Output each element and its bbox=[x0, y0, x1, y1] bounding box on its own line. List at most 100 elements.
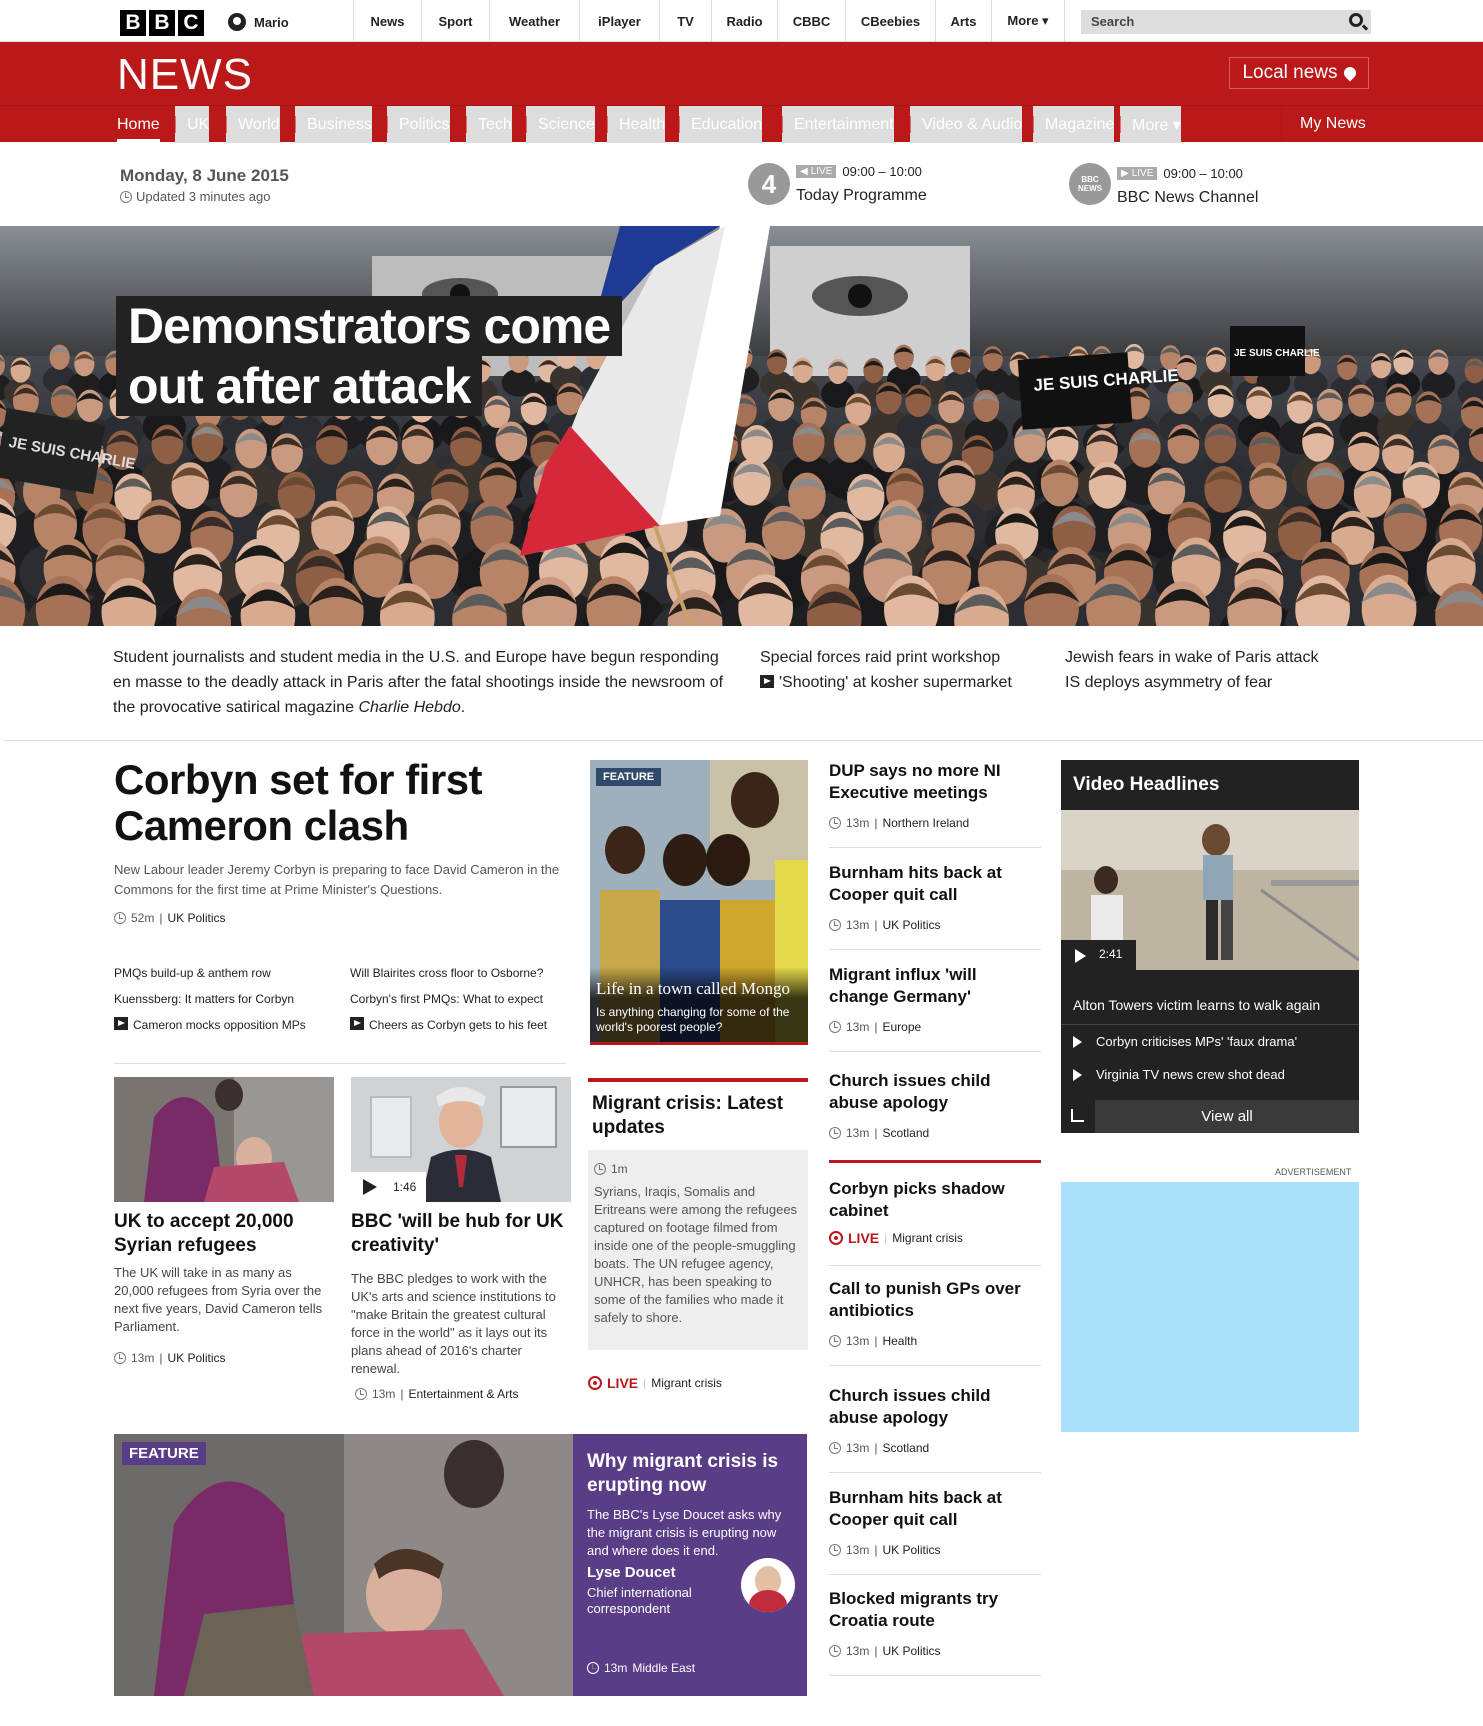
video-duration: 1:46 bbox=[393, 1180, 417, 1194]
story-headline[interactable]: Church issues child abuse apology bbox=[829, 1070, 1029, 1114]
news-nav-item[interactable]: More ▾ bbox=[1120, 106, 1181, 143]
news-logo[interactable]: NEWS bbox=[117, 50, 253, 100]
story-headline[interactable]: Corbyn picks shadow cabinet bbox=[829, 1178, 1029, 1222]
news-nav-label: Science bbox=[538, 115, 595, 133]
story-section[interactable]: Health bbox=[882, 1334, 917, 1348]
story-section[interactable]: UK Politics bbox=[882, 1644, 940, 1658]
news-nav-item[interactable]: Politics bbox=[387, 106, 450, 143]
story-headline[interactable]: Burnham hits back at Cooper quit call bbox=[829, 862, 1029, 906]
story-headline[interactable]: Burnham hits back at Cooper quit call bbox=[829, 1487, 1029, 1531]
lead-related-link[interactable]: Corbyn's first PMQs: What to expect bbox=[350, 992, 543, 1006]
migrant-live-section[interactable]: Migrant crisis bbox=[651, 1376, 722, 1390]
global-nav-item[interactable]: Radio bbox=[711, 0, 777, 42]
video-headlines-title: Video Headlines bbox=[1073, 774, 1220, 795]
refugees-section[interactable]: UK Politics bbox=[167, 1351, 225, 1365]
news-nav-item[interactable]: Home bbox=[117, 106, 160, 143]
bbc-news-channel-logo[interactable]: BBC NEWS bbox=[1069, 163, 1111, 205]
refugees-headline[interactable]: UK to accept 20,000 Syrian refugees bbox=[114, 1210, 329, 1258]
lead-related-video[interactable]: Cheers as Corbyn gets to his feet bbox=[350, 1017, 547, 1032]
tv-programme[interactable]: BBC News Channel bbox=[1117, 189, 1258, 207]
global-nav-item[interactable]: More ▾ bbox=[991, 0, 1065, 42]
news-nav-item[interactable]: Science bbox=[526, 106, 595, 143]
story-headline[interactable]: Church issues child abuse apology bbox=[829, 1385, 1029, 1429]
feature-migrant-meta: 13m Middle East bbox=[587, 1661, 695, 1675]
story-divider bbox=[829, 1265, 1041, 1266]
related-link[interactable]: Special forces raid print workshop bbox=[760, 645, 1000, 670]
video-caption[interactable]: Alton Towers victim learns to walk again bbox=[1073, 997, 1320, 1013]
lead-related-link[interactable]: PMQs build-up & anthem row bbox=[114, 966, 271, 980]
migrant-live-headline[interactable]: Migrant crisis: Latest updates bbox=[592, 1092, 802, 1140]
news-nav-item[interactable]: World bbox=[226, 106, 280, 143]
story-section[interactable]: Europe bbox=[882, 1020, 921, 1034]
news-nav-item[interactable]: Tech bbox=[466, 106, 512, 143]
story-section[interactable]: UK Politics bbox=[882, 918, 940, 932]
story-section[interactable]: Scotland bbox=[882, 1441, 929, 1455]
video-thumbnail[interactable]: 2:41 bbox=[1061, 810, 1359, 970]
news-nav-item[interactable]: Entertainment bbox=[782, 106, 894, 143]
search-icon[interactable] bbox=[1349, 13, 1363, 27]
live-dot-icon bbox=[588, 1376, 602, 1390]
story-meta: LIVE | Migrant crisis bbox=[829, 1230, 963, 1246]
global-nav-item[interactable]: Sport bbox=[421, 0, 489, 42]
lead-related-link[interactable]: Will Blairites cross floor to Osborne? bbox=[350, 966, 543, 980]
hero-headline[interactable]: Demonstrators come out after attack bbox=[116, 296, 623, 416]
bbc-hub-section[interactable]: Entertainment & Arts bbox=[408, 1387, 518, 1401]
clock-icon bbox=[829, 1442, 841, 1454]
video-headline-item[interactable]: Virginia TV news crew shot dead bbox=[1073, 1067, 1285, 1082]
news-nav-label: Video & Audio bbox=[922, 115, 1023, 133]
bbc-hub-headline[interactable]: BBC 'will be hub for UK creativity' bbox=[351, 1210, 566, 1258]
account-link[interactable]: Mario bbox=[228, 11, 289, 33]
feature-migrant-photo[interactable]: FEATURE bbox=[114, 1434, 574, 1696]
global-nav-item[interactable]: iPlayer bbox=[579, 0, 659, 42]
feature-migrant-card[interactable]: Why migrant crisis is erupting now The B… bbox=[573, 1434, 807, 1696]
related-link[interactable]: Jewish fears in wake of Paris attack bbox=[1065, 645, 1318, 670]
view-all-button[interactable]: View all bbox=[1061, 1100, 1359, 1133]
story-headline[interactable]: DUP says no more NI Executive meetings bbox=[829, 760, 1029, 804]
story-headline[interactable]: Migrant influx 'will change Germany' bbox=[829, 964, 1029, 1008]
feature-migrant-section[interactable]: Middle East bbox=[632, 1661, 695, 1675]
red-rule bbox=[829, 1160, 1041, 1163]
refugees-photo[interactable] bbox=[114, 1077, 334, 1202]
news-nav-item[interactable]: Business bbox=[295, 106, 372, 143]
tv-live-time[interactable]: ▶ LIVE 09:00 – 10:00 bbox=[1117, 166, 1243, 181]
feature-mongo-card[interactable]: FEATURE Life in a town called Mongo Is a… bbox=[590, 760, 808, 1045]
hero-image[interactable]: JE SUIS CHARLIE JE SUIS CHARLIE JE SUIS … bbox=[0, 226, 1483, 626]
story-headline[interactable]: Blocked migrants try Croatia route bbox=[829, 1588, 1029, 1632]
bbc-hub-video-thumbnail[interactable]: 1:46 bbox=[351, 1077, 571, 1202]
story-headline[interactable]: Call to punish GPs over antibiotics bbox=[829, 1278, 1029, 1322]
lead-headline[interactable]: Corbyn set for first Cameron clash bbox=[114, 757, 554, 849]
lead-related-link[interactable]: Kuenssberg: It matters for Corbyn bbox=[114, 992, 294, 1006]
lead-section[interactable]: UK Politics bbox=[167, 911, 225, 925]
global-nav-item[interactable]: TV bbox=[659, 0, 711, 42]
story-section[interactable]: Scotland bbox=[882, 1126, 929, 1140]
advertisement-slot[interactable] bbox=[1061, 1182, 1359, 1432]
feature-migrant-time: 13m bbox=[604, 1661, 628, 1675]
global-nav-item[interactable]: CBeebies bbox=[845, 0, 935, 42]
radio-programme[interactable]: Today Programme bbox=[796, 187, 927, 205]
story-section[interactable]: UK Politics bbox=[882, 1543, 940, 1557]
story-section[interactable]: Migrant crisis bbox=[892, 1231, 963, 1245]
my-news-link[interactable]: My News bbox=[1281, 105, 1366, 142]
global-nav-item[interactable]: Arts bbox=[935, 0, 991, 42]
local-news-button[interactable]: Local news bbox=[1229, 57, 1369, 89]
search-box[interactable]: Search bbox=[1081, 10, 1371, 34]
news-nav-item[interactable]: Magazine bbox=[1033, 106, 1115, 143]
migrant-live-meta: LIVE | Migrant crisis bbox=[588, 1375, 722, 1391]
radio4-logo[interactable]: 4 bbox=[748, 163, 790, 205]
bbc-logo[interactable]: B B C bbox=[120, 10, 204, 36]
story-section[interactable]: Northern Ireland bbox=[882, 816, 969, 830]
global-nav-item[interactable]: News bbox=[353, 0, 421, 42]
lead-related-video[interactable]: Cameron mocks opposition MPs bbox=[114, 1017, 306, 1032]
news-nav-item[interactable]: UK bbox=[175, 106, 210, 143]
related-link[interactable]: IS deploys asymmetry of fear bbox=[1065, 670, 1272, 695]
clock-icon bbox=[594, 1163, 606, 1175]
live-update-card[interactable]: 1m Syrians, Iraqis, Somalis and Eritrean… bbox=[588, 1150, 808, 1350]
global-nav-item[interactable]: Weather bbox=[489, 0, 579, 42]
radio-live-time[interactable]: ◀ LIVE 09:00 – 10:00 bbox=[796, 164, 922, 179]
news-nav-item[interactable]: Education bbox=[679, 106, 763, 143]
global-nav-item[interactable]: CBBC bbox=[777, 0, 845, 42]
video-headline-item[interactable]: Corbyn criticises MPs' 'faux drama' bbox=[1073, 1034, 1297, 1049]
news-nav-item[interactable]: Health bbox=[607, 106, 666, 143]
news-nav-item[interactable]: Video & Audio bbox=[910, 106, 1023, 143]
related-video-link[interactable]: 'Shooting' at kosher supermarket bbox=[760, 670, 1012, 695]
